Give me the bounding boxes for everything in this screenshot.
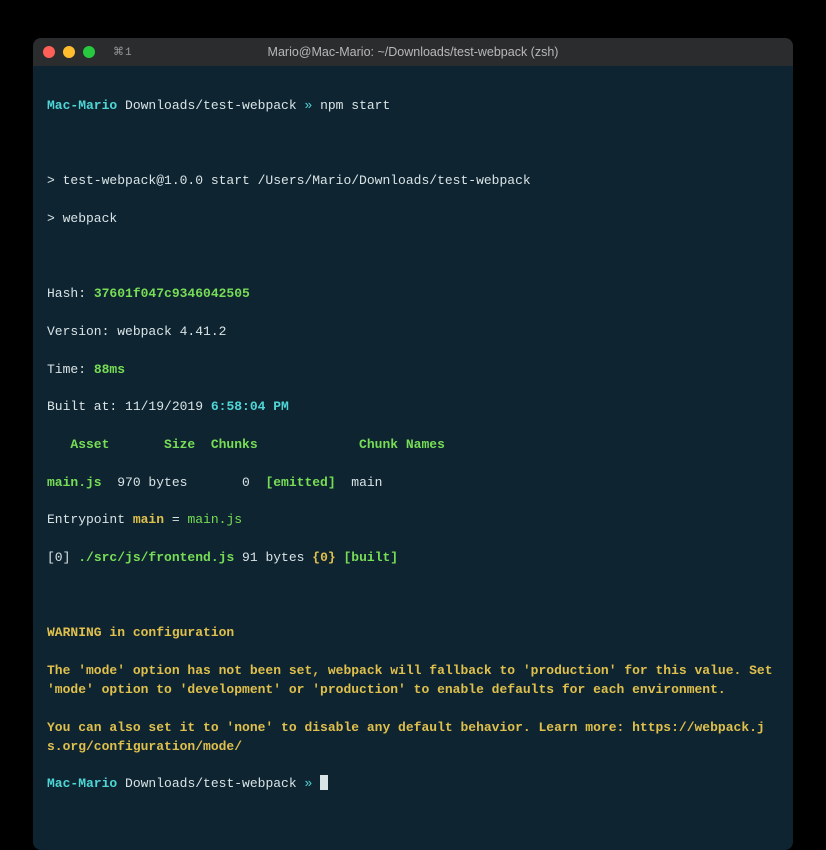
warning-heading: WARNING in configuration <box>47 625 234 640</box>
module-size: 91 bytes <box>234 550 312 565</box>
hash-label: Hash: <box>47 286 94 301</box>
emitted-tag: [emitted] <box>265 475 335 490</box>
npm-script-line: > test-webpack@1.0.0 start /Users/Mario/… <box>47 172 779 191</box>
built-label: Built at: <box>47 399 125 414</box>
warning-body: The 'mode' option has not been set, webp… <box>47 663 780 697</box>
terminal-window: ⌘1 Mario@Mac-Mario: ~/Downloads/test-web… <box>33 38 793 850</box>
module-chunks: {0} <box>312 550 335 565</box>
time-value: 88ms <box>94 362 125 377</box>
built-time: 6:58:04 PM <box>211 399 289 414</box>
module-index: [0] <box>47 550 78 565</box>
asset-name: main.js <box>47 475 102 490</box>
traffic-lights <box>43 46 95 58</box>
module-path: ./src/js/frontend.js <box>78 550 234 565</box>
entrypoint-label: Entrypoint <box>47 512 133 527</box>
asset-chunks: 0 <box>187 475 265 490</box>
minimize-icon[interactable] <box>63 46 75 58</box>
table-header: Asset Size Chunks Chunk Names <box>47 437 445 452</box>
npm-script-line: > webpack <box>47 210 779 229</box>
entrypoint-eq: = <box>164 512 187 527</box>
terminal-body[interactable]: Mac-Mario Downloads/test-webpack » npm s… <box>33 66 793 850</box>
asset-size: 970 bytes <box>102 475 188 490</box>
hash-value: 37601f047c9346042505 <box>94 286 250 301</box>
window-title: Mario@Mac-Mario: ~/Downloads/test-webpac… <box>33 45 793 59</box>
prompt-path: Downloads/test-webpack <box>125 98 297 113</box>
prompt-host: Mac-Mario <box>47 98 117 113</box>
version-label: Version: <box>47 324 117 339</box>
entrypoint-name: main <box>133 512 164 527</box>
cursor-icon <box>320 775 328 790</box>
prompt-path: Downloads/test-webpack <box>125 776 297 791</box>
version-value: webpack 4.41.2 <box>117 324 226 339</box>
command-text: npm start <box>320 98 390 113</box>
zoom-icon[interactable] <box>83 46 95 58</box>
prompt-sep: » <box>297 98 320 113</box>
shortcut-icon: ⌘1 <box>113 45 133 59</box>
titlebar[interactable]: ⌘1 Mario@Mac-Mario: ~/Downloads/test-web… <box>33 38 793 66</box>
built-date: 11/19/2019 <box>125 399 211 414</box>
prompt-host: Mac-Mario <box>47 776 117 791</box>
prompt-sep: » <box>297 776 320 791</box>
chunk-names: main <box>336 475 383 490</box>
entrypoint-file: main.js <box>187 512 242 527</box>
time-label: Time: <box>47 362 94 377</box>
built-tag: [built] <box>343 550 398 565</box>
close-icon[interactable] <box>43 46 55 58</box>
warning-body2: You can also set it to 'none' to disable… <box>47 720 765 754</box>
